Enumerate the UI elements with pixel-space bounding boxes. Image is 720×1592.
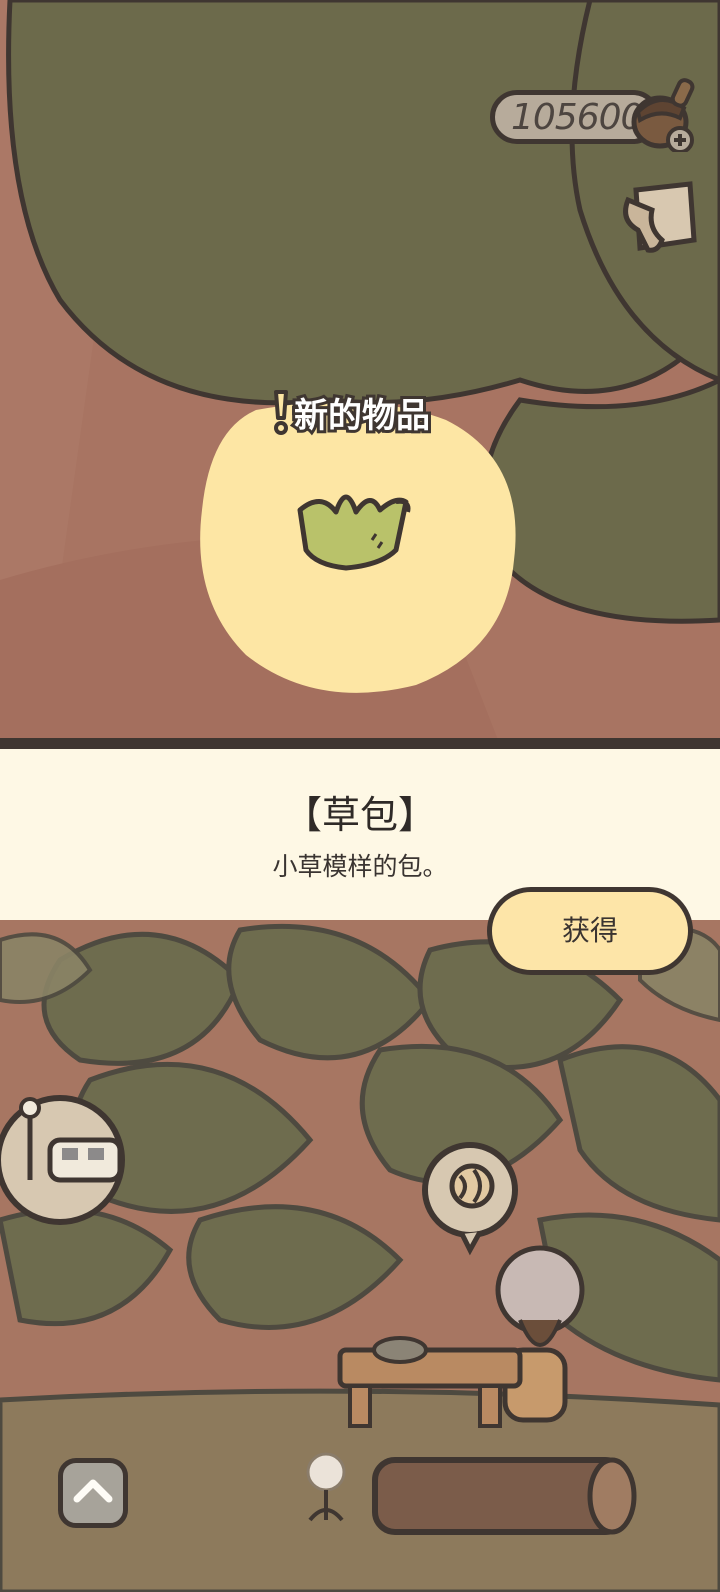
log	[372, 1457, 637, 1535]
item-name: 【草包】	[283, 793, 436, 837]
train-stop-icon	[0, 1095, 125, 1225]
chevron-up-icon	[73, 1479, 113, 1503]
expand-menu-button[interactable]	[58, 1458, 128, 1528]
item-description: 小草模样的包。	[272, 852, 448, 881]
item-highlight	[200, 402, 516, 693]
obtain-button[interactable]: 获得	[487, 887, 693, 975]
currency-value: 105600	[511, 97, 643, 138]
acorn-icon[interactable]	[630, 72, 700, 152]
exclamation-icon	[274, 390, 288, 435]
note-icon[interactable]	[618, 180, 700, 260]
new-item-text: 新的物品	[291, 393, 433, 439]
new-item-label: 新的物品	[268, 388, 433, 439]
